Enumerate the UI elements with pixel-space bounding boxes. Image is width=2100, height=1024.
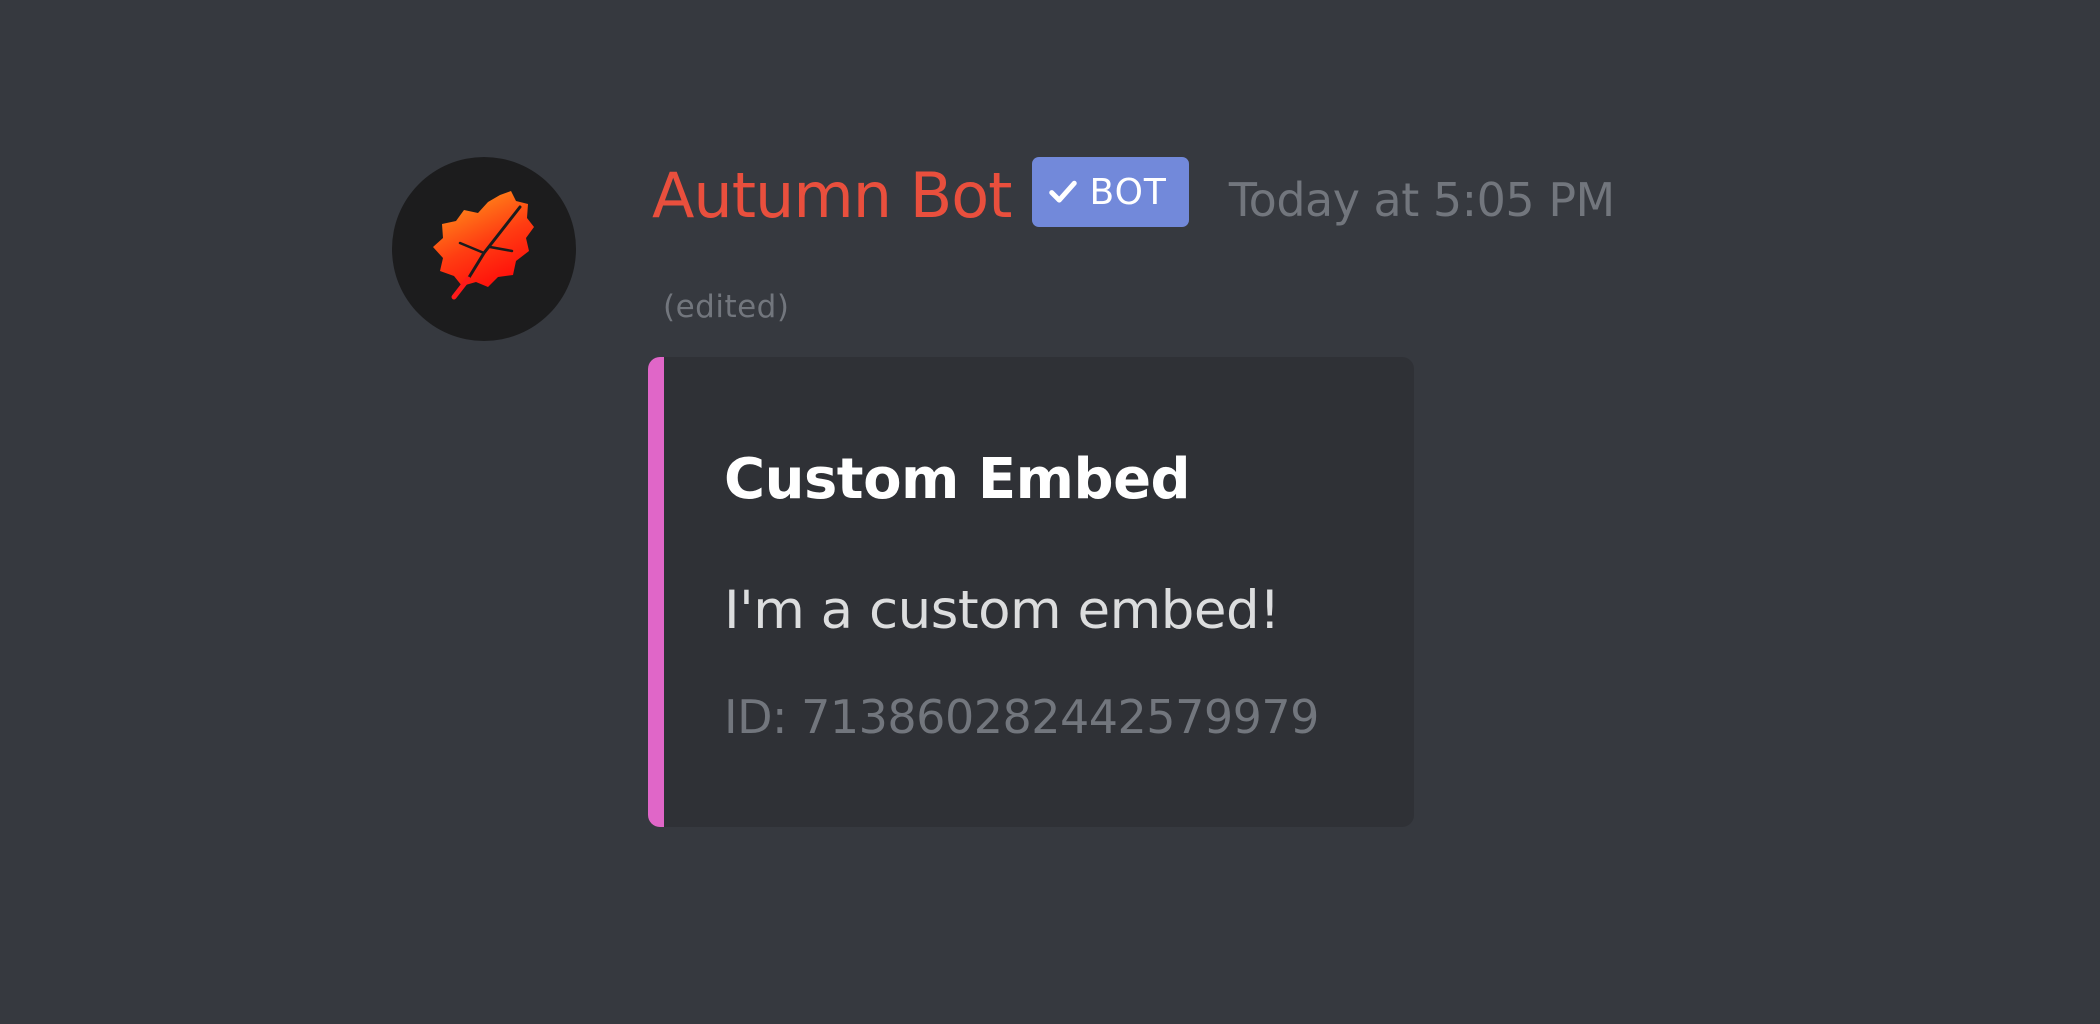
embed: Custom Embed I'm a custom embed! ID: 713… bbox=[648, 357, 1414, 827]
embed-accent-bar bbox=[648, 357, 664, 827]
bot-tag: BOT bbox=[1031, 157, 1189, 227]
message-header: Autumn Bot BOT Today at 5:05 PM bbox=[652, 152, 1615, 240]
embed-footer: ID: 713860282442579979 bbox=[724, 690, 1319, 744]
maple-leaf-icon bbox=[433, 191, 534, 300]
embed-title: Custom Embed bbox=[724, 447, 1191, 512]
avatar[interactable] bbox=[392, 157, 576, 341]
author-name[interactable]: Autumn Bot bbox=[652, 152, 1012, 240]
checkmark-icon bbox=[1048, 180, 1077, 203]
message-timestamp[interactable]: Today at 5:05 PM bbox=[1229, 156, 1615, 244]
bot-tag-label: BOT bbox=[1089, 171, 1167, 213]
embed-description: I'm a custom embed! bbox=[724, 580, 1280, 641]
edited-label: (edited) bbox=[663, 289, 790, 325]
